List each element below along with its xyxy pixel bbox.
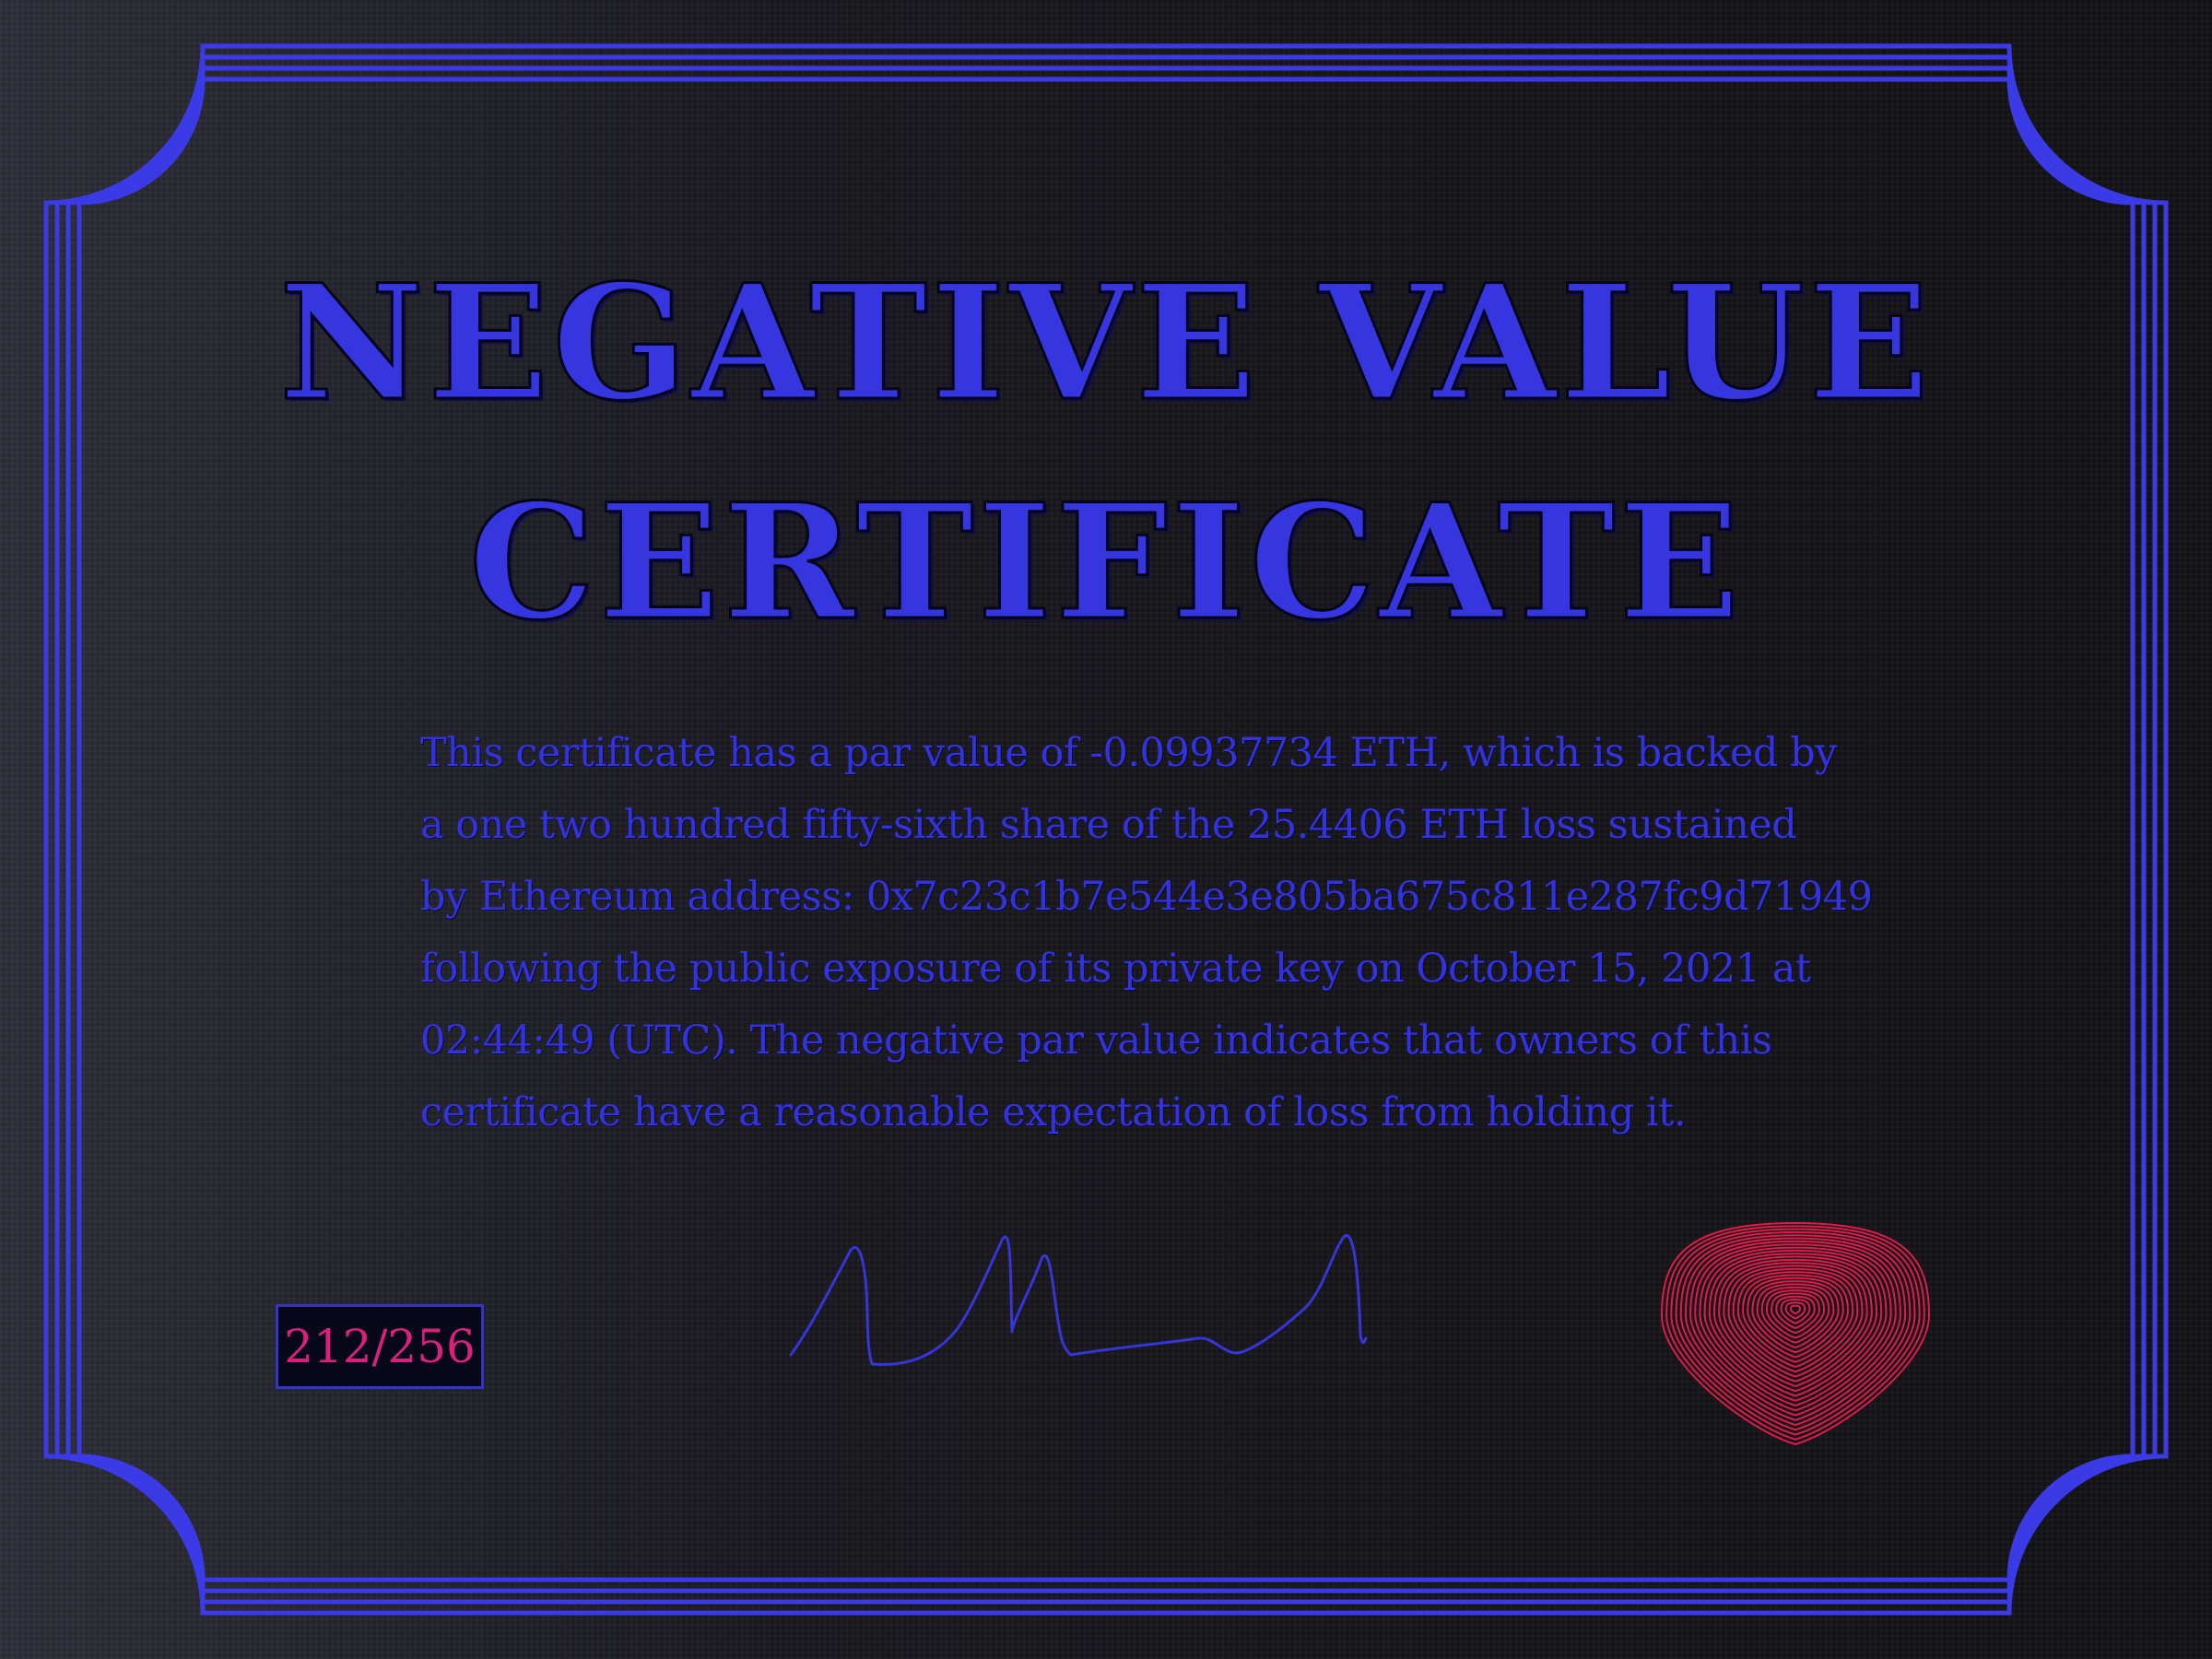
body-line-1: This certificate has a par value of -0.0… <box>420 730 1837 776</box>
edition-number: 212/256 <box>284 1320 476 1373</box>
title-line-2: CERTIFICATE <box>467 468 1744 655</box>
body-line-3: by Ethereum address: 0x7c23c1b7e544e3e80… <box>420 874 1873 920</box>
certificate-body: This certificate has a par value of -0.0… <box>420 717 1873 1148</box>
body-line-6: certificate have a reasonable expectatio… <box>420 1089 1687 1135</box>
certificate: NEGATIVE VALUE CERTIFICATE This certific… <box>0 0 2212 1659</box>
signature <box>789 1233 1368 1366</box>
edition-badge: 212/256 <box>276 1304 484 1389</box>
body-line-4: following the public exposure of its pri… <box>420 946 1811 992</box>
seal-ring <box>1751 1280 1840 1354</box>
seal-ring <box>1789 1304 1802 1315</box>
body-line-5: 02:44:49 (UTC). The negative par value i… <box>420 1018 1772 1064</box>
title-line-1: NEGATIVE VALUE <box>277 249 1934 436</box>
body-line-2: a one two hundred fifty-sixth share of t… <box>420 802 1797 848</box>
fingerprint-seal-icon <box>1660 1221 1931 1446</box>
